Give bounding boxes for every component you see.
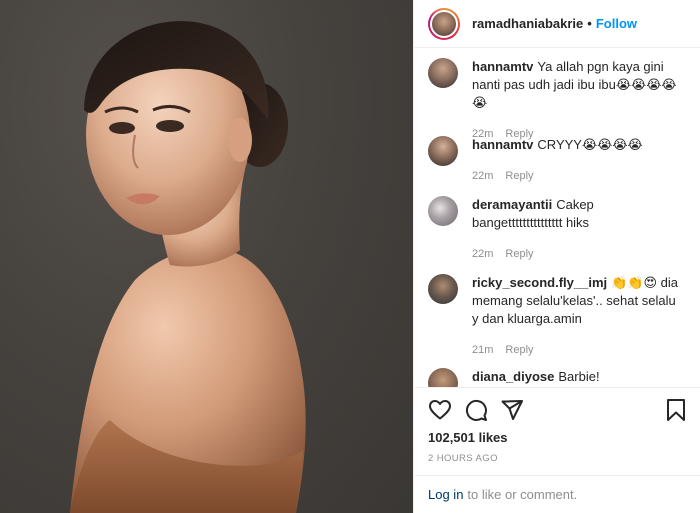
login-prompt-text: to like or comment. (467, 487, 578, 502)
commenter-username[interactable]: hannamtv (472, 137, 533, 152)
comment-icon[interactable] (464, 398, 488, 422)
reply-button[interactable]: Reply (505, 341, 533, 359)
comment-item: diana_diyose Barbie! (428, 368, 690, 387)
commenter-username[interactable]: ricky_second.fly__imj (472, 275, 607, 290)
commenter-username[interactable]: deramayantii (472, 197, 552, 212)
action-icons (428, 398, 690, 424)
commenter-avatar[interactable] (428, 58, 458, 88)
author-username[interactable]: ramadhaniabakrie (472, 16, 583, 31)
comment-age: 22m (472, 170, 494, 182)
post-timestamp[interactable]: 2 HOURS AGO (428, 453, 498, 464)
comment-age: 21m (472, 344, 494, 356)
action-bar: 102,501 likes 2 HOURS AGO (414, 387, 700, 464)
post-side-panel: ramadhaniabakrie • Follow hannamtv Ya all… (413, 0, 700, 513)
comment-list[interactable]: hannamtv Ya allah pgn kaya gini nanti pas… (414, 48, 700, 387)
commenter-avatar[interactable] (428, 274, 458, 304)
author-avatar[interactable] (428, 7, 460, 40)
commenter-username[interactable]: hannamtv (472, 59, 533, 74)
comment-item: ricky_second.fly__imj 👏👏😍 dia memang sela… (428, 274, 690, 359)
commenter-username[interactable]: diana_diyose (472, 369, 554, 384)
login-prompt: Log in to like or comment. (414, 475, 700, 513)
header-separator: • (587, 16, 592, 31)
post-header: ramadhaniabakrie • Follow (414, 0, 700, 48)
comment-item: hannamtv Ya allah pgn kaya gini nanti pas… (428, 58, 690, 143)
heart-icon[interactable] (428, 398, 452, 422)
comment-text: CRYYY😭😭😭😭 (537, 137, 643, 152)
portrait-illustration (70, 21, 306, 513)
reply-button[interactable]: Reply (505, 167, 533, 185)
comment-item: deramayantii Cakep bangettttttttttttttt h… (428, 196, 690, 263)
login-link[interactable]: Log in (428, 487, 463, 502)
likes-count[interactable]: 102,501 likes (428, 430, 508, 445)
comment-item: hannamtv CRYYY😭😭😭😭 22m Reply (428, 136, 690, 185)
commenter-avatar[interactable] (428, 368, 458, 387)
follow-button[interactable]: Follow (596, 16, 637, 31)
commenter-avatar[interactable] (428, 196, 458, 226)
commenter-avatar[interactable] (428, 136, 458, 166)
post-photo[interactable] (0, 0, 413, 513)
share-icon[interactable] (500, 398, 524, 422)
bookmark-icon[interactable] (664, 398, 688, 422)
reply-button[interactable]: Reply (505, 245, 533, 263)
instagram-post: ramadhaniabakrie • Follow hannamtv Ya all… (0, 0, 700, 513)
comment-text: Barbie! (558, 369, 600, 384)
comment-age: 22m (472, 248, 494, 260)
